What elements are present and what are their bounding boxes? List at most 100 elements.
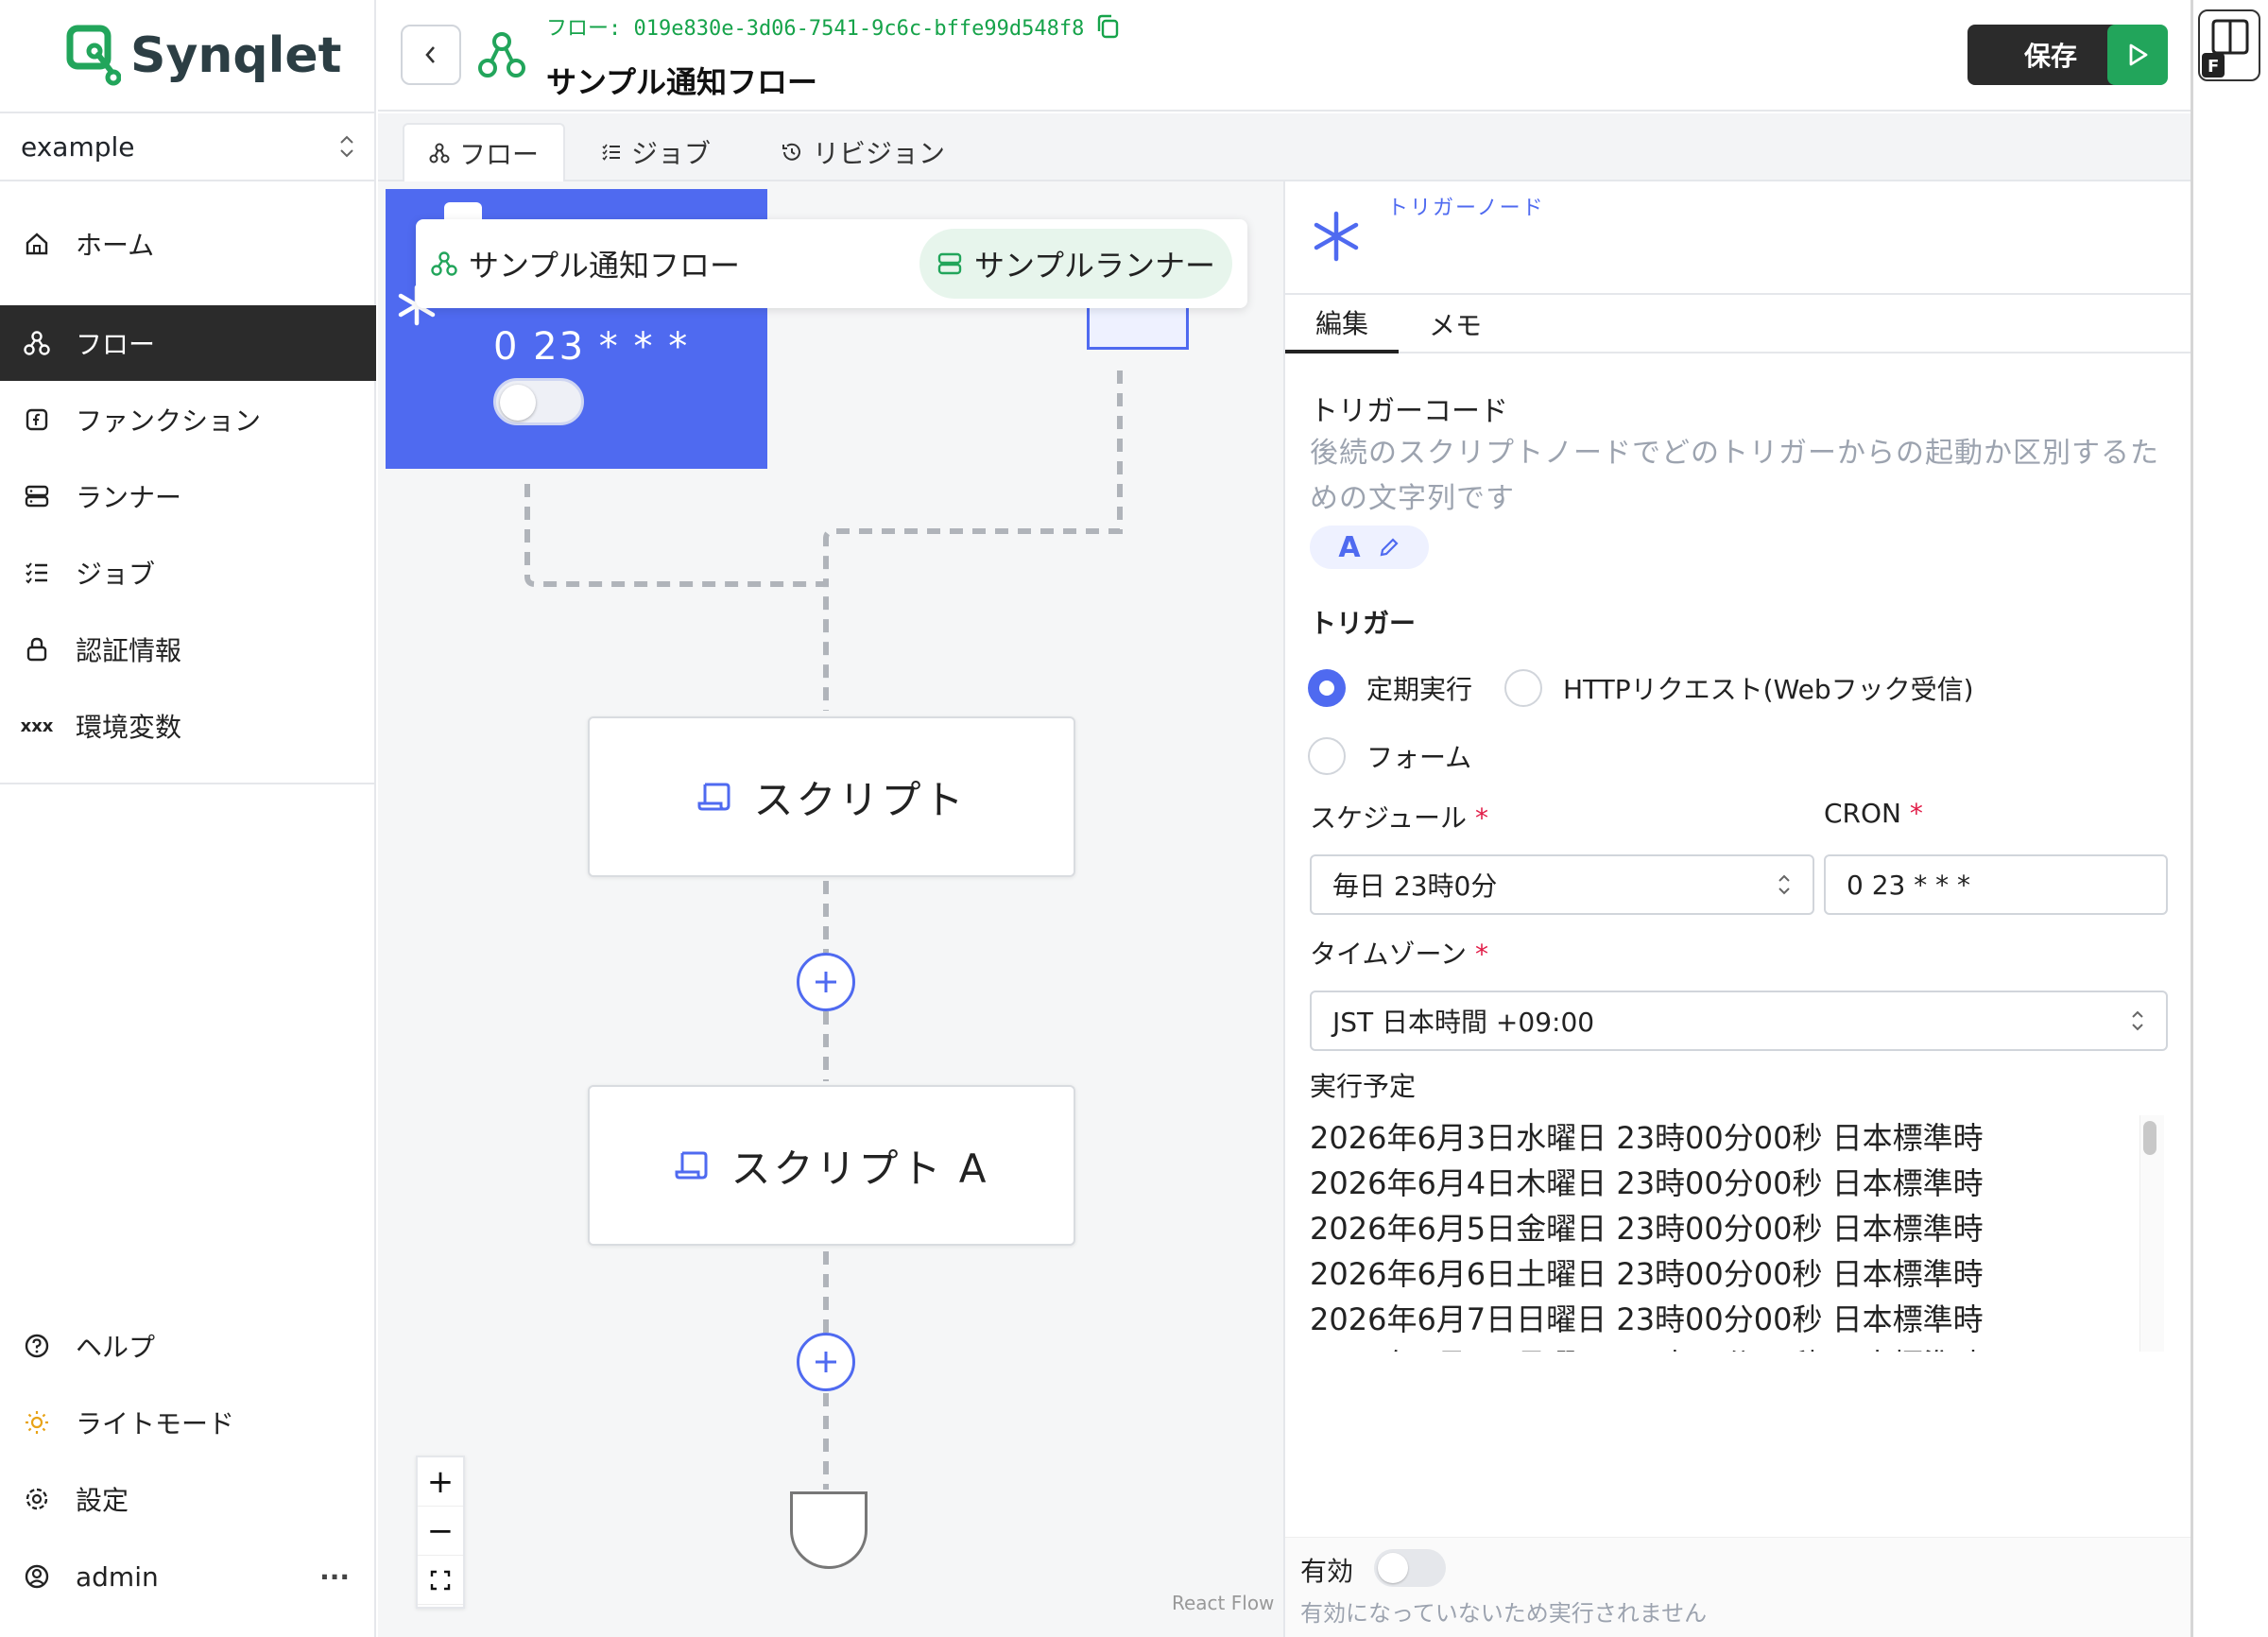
script-icon (697, 783, 730, 811)
trigger-code-hint: 後続のスクリプトノードでどのトリガーからの起動か区別するための文字列です (1310, 437, 2159, 515)
sidebar-item-home[interactable]: ホーム (0, 206, 376, 282)
sidebar-item-label: ヘルプ (76, 1332, 156, 1363)
sidebar-item-account[interactable]: admin ··· (0, 1539, 376, 1614)
lock-icon (23, 635, 51, 663)
org-selected: example (21, 130, 135, 163)
trigger-cron: 0 23 * * * (493, 325, 690, 369)
script-node[interactable]: スクリプト (588, 716, 1075, 877)
list-check-icon (602, 144, 620, 161)
sidebar-item-label: 設定 (76, 1485, 129, 1516)
tab-jobs[interactable]: ジョブ (576, 123, 735, 181)
scrollbar-thumb[interactable] (2143, 1121, 2156, 1155)
brand-name: Synqlet (130, 27, 342, 84)
list-item: 2026年6月3日水曜日 23時00分00秒 日本標準時 (1310, 1120, 1984, 1156)
flow-info-popup: サンプル通知フロー サンプルランナー (416, 219, 1247, 308)
sidebar-item-label: 環境変数 (76, 712, 182, 743)
node-label: スクリプト A (730, 1145, 989, 1192)
trigger-code-chip[interactable]: A (1310, 526, 1429, 569)
sidebar-item-settings[interactable]: 設定 (0, 1461, 376, 1537)
run-button[interactable] (2107, 25, 2168, 85)
sidebar-divider (0, 783, 376, 784)
react-flow-attribution[interactable]: React Flow (1172, 1592, 1274, 1614)
history-icon (782, 143, 800, 161)
list-item: 2026年6月8日月曜日 23時00分00秒 日本標準時 (1310, 1342, 2141, 1352)
server-icon (937, 252, 962, 275)
tab-flow[interactable]: フロー (403, 123, 566, 181)
fit-view-button[interactable] (418, 1556, 463, 1605)
trigger-code-label: トリガーコード (1310, 395, 1508, 428)
cron-input[interactable]: 0 23 * * * (1824, 854, 2168, 915)
chevron-updown-icon (1778, 874, 1790, 895)
sidebar-item-env[interactable]: xxx 環境変数 (0, 688, 376, 764)
tab-revisions[interactable]: リビジョン (756, 123, 970, 181)
add-node-button[interactable] (797, 953, 855, 1011)
enabled-note: 有効になっていないため実行されません (1300, 1600, 1708, 1627)
tab-label: リビジョン (813, 138, 946, 169)
play-icon (2129, 43, 2148, 66)
org-selector[interactable]: example (0, 112, 376, 181)
add-node-button[interactable] (797, 1333, 855, 1391)
sidebar-item-function[interactable]: ファンクション (0, 382, 376, 457)
flow-icon (431, 251, 457, 276)
script-node[interactable]: スクリプト A (588, 1085, 1075, 1246)
sidebar-item-jobs[interactable]: ジョブ (0, 535, 376, 611)
tab-memo[interactable]: メモ (1399, 295, 1512, 353)
enabled-label: 有効 (1300, 1556, 1354, 1587)
runner-badge[interactable]: サンプルランナー (919, 229, 1232, 299)
tab-edit[interactable]: 編集 (1285, 295, 1400, 353)
sidebar-item-theme[interactable]: ライトモード (0, 1385, 376, 1460)
window-edge (2191, 0, 2193, 1637)
upcoming-runs-list[interactable]: 2026年6月3日水曜日 23時00分00秒 日本標準時 2026年6月4日木曜… (1310, 1115, 2141, 1352)
zoom-out-button[interactable]: − (418, 1507, 463, 1556)
sidebar-item-credentials[interactable]: 認証情報 (0, 612, 376, 687)
sidebar-item-help[interactable]: ヘルプ (0, 1308, 376, 1384)
script-icon (675, 1151, 708, 1180)
sidebar-item-label: フロー (76, 329, 156, 360)
copy-icon[interactable] (1095, 13, 1120, 40)
sun-icon (23, 1408, 51, 1437)
node-label: スクリプト (753, 776, 967, 823)
end-node[interactable] (790, 1491, 868, 1569)
flow-canvas[interactable]: 0 23 * * * サンプル通知フロー サンプルランナー スクリプト スクリプ… (378, 181, 1283, 1637)
back-button[interactable] (401, 25, 461, 85)
sidebar-item-runner[interactable]: ランナー (0, 458, 376, 534)
sidebar-item-label: ジョブ (76, 559, 156, 590)
timezone-value: JST 日本時間 +09:00 (1332, 1007, 1595, 1038)
radio-form[interactable]: フォーム (1308, 737, 1471, 775)
upcoming-label: 実行予定 (1310, 1071, 1417, 1102)
panel-kicker: トリガーノード (1387, 197, 1545, 220)
synqlet-logo-icon (66, 25, 121, 86)
zoom-in-button[interactable]: + (418, 1457, 463, 1507)
chevron-updown-icon (2132, 1010, 2143, 1031)
radio-schedule[interactable]: 定期実行 (1308, 669, 1472, 707)
help-icon (23, 1332, 51, 1360)
schedule-select[interactable]: 毎日 23時0分 (1310, 854, 1814, 915)
radio-http[interactable]: HTTPリクエスト(Webフック受信) (1504, 669, 1974, 707)
more-icon[interactable]: ··· (319, 1561, 350, 1593)
cron-label: CRON * (1824, 798, 1923, 829)
timezone-select[interactable]: JST 日本時間 +09:00 (1310, 991, 2168, 1051)
sidebar-item-label: ライトモード (76, 1408, 235, 1439)
radio-dot (1308, 737, 1346, 775)
sidebar-item-flow[interactable]: フロー (0, 305, 376, 381)
list-item: 2026年6月4日木曜日 23時00分00秒 日本標準時 (1310, 1165, 1984, 1201)
flow-icon (478, 32, 525, 78)
cron-value: 0 23 * * * (1847, 869, 1971, 901)
list-item: 2026年6月6日土曜日 23時00分00秒 日本標準時 (1310, 1256, 1984, 1292)
enabled-toggle[interactable] (1374, 1549, 1446, 1587)
schedule-value: 毎日 23時0分 (1332, 870, 1498, 902)
radio-label: フォーム (1366, 742, 1472, 773)
plus-icon (816, 1352, 836, 1372)
popup-runner-name: サンプルランナー (973, 248, 1215, 284)
flow-id: フロー: 019e830e-3d06-7541-9c6c-bffe99d548f… (546, 11, 1120, 42)
brand-logo[interactable]: Synqlet (66, 25, 342, 87)
function-icon (23, 405, 51, 434)
page-title: サンプル通知フロー (546, 64, 818, 100)
radio-dot (1504, 669, 1542, 707)
trigger-label: トリガー (1310, 608, 1417, 639)
panel-footer: 有効 有効になっていないため実行されません (1285, 1537, 2191, 1637)
docs-panel-button[interactable]: F (2198, 9, 2260, 81)
pencil-icon[interactable] (1378, 536, 1400, 559)
trigger-enabled-toggle[interactable] (493, 378, 584, 425)
popup-flow-name: サンプル通知フロー (469, 248, 741, 284)
